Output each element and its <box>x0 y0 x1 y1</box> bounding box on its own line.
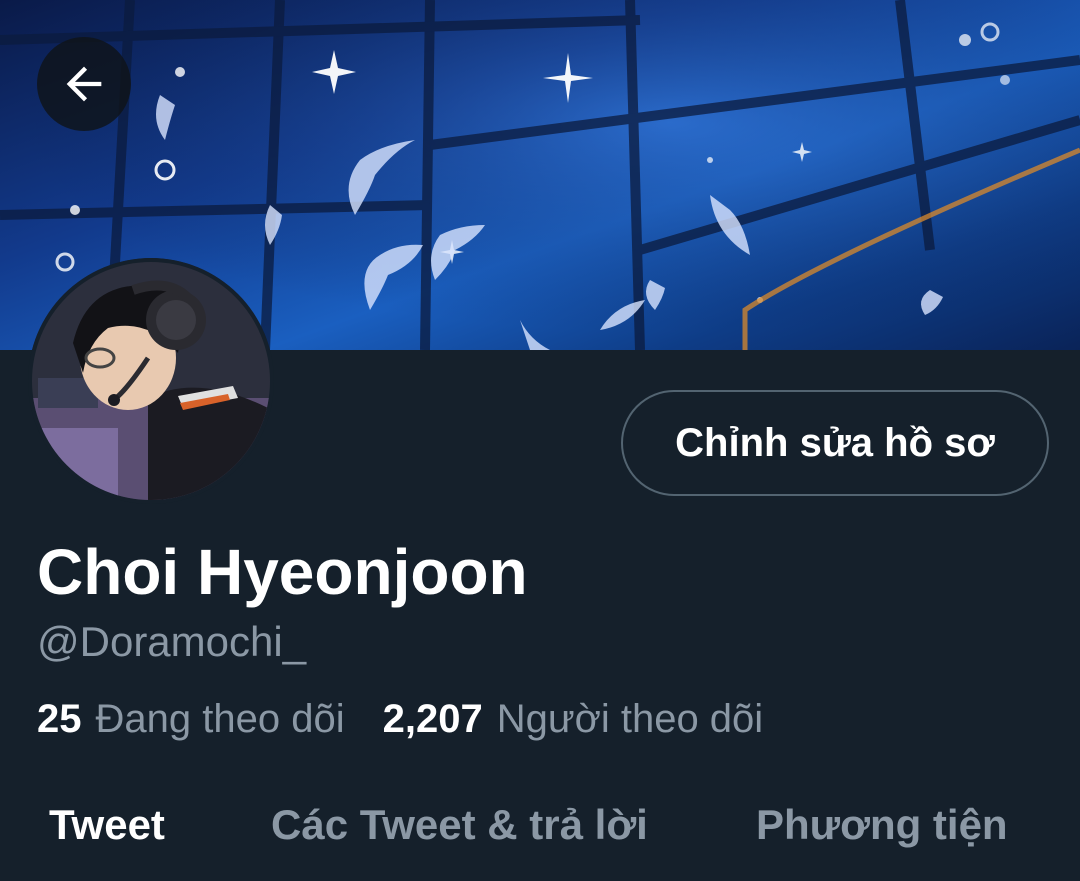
followers-label: Người theo dõi <box>496 697 764 741</box>
following-label: Đang theo dõi <box>95 697 345 741</box>
avatar[interactable] <box>28 258 274 504</box>
following-link[interactable]: 25 Đang theo dõi <box>37 694 345 744</box>
tab-media[interactable]: Phương tiện <box>756 790 1008 860</box>
user-handle: @Doramochi_ <box>37 618 307 665</box>
profile-tabs: Tweet Các Tweet & trả lời Phương tiện <box>0 790 1080 860</box>
followers-link[interactable]: 2,207 Người theo dõi <box>383 694 764 744</box>
back-button[interactable] <box>37 37 131 131</box>
arrow-left-icon <box>66 66 102 102</box>
following-count: 25 <box>37 697 82 741</box>
followers-count: 2,207 <box>382 697 483 741</box>
edit-profile-button[interactable]: Chỉnh sửa hồ sơ <box>621 390 1049 496</box>
follow-stats: 25 Đang theo dõi 2,207 Người theo dõi <box>37 694 763 744</box>
tab-tweets-and-replies[interactable]: Các Tweet & trả lời <box>271 790 648 860</box>
avatar-image <box>28 258 274 504</box>
tab-tweets[interactable]: Tweet <box>49 790 165 860</box>
display-name: Choi Hyeonjoon <box>37 536 528 608</box>
